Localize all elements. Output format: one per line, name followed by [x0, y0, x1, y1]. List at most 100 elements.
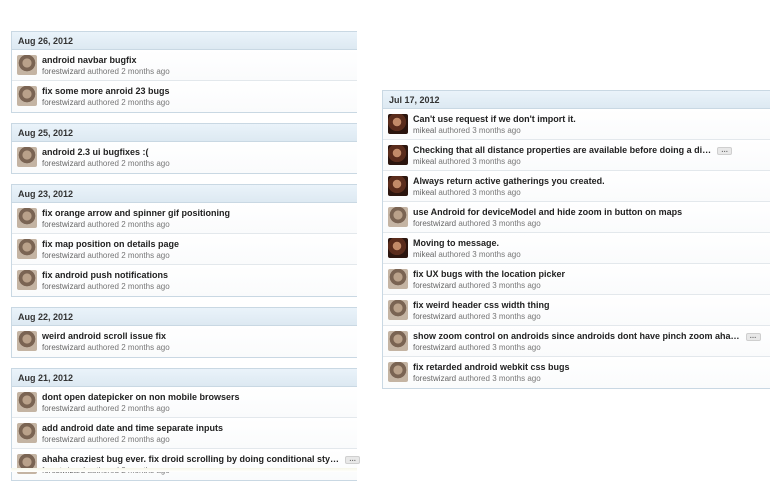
commit-message-link[interactable]: weird android scroll issue fix — [42, 331, 166, 341]
commit-meta: mikeal authored 3 months ago — [413, 250, 521, 259]
avatar[interactable] — [17, 147, 37, 167]
avatar[interactable] — [17, 208, 37, 228]
date-header: Jul 17, 2012 — [383, 91, 770, 109]
author-link[interactable]: forestwizard — [42, 282, 85, 291]
author-link[interactable]: forestwizard — [42, 220, 85, 229]
author-link[interactable]: forestwizard — [42, 159, 85, 168]
avatar[interactable] — [17, 86, 37, 106]
avatar[interactable] — [388, 331, 408, 351]
commit-message[interactable]: fix UX bugs with the location picker — [413, 269, 565, 279]
avatar[interactable] — [17, 270, 37, 290]
commit-message[interactable]: fix retarded android webkit css bugs — [413, 362, 570, 372]
authored-label: authored — [438, 126, 470, 135]
avatar[interactable] — [388, 145, 408, 165]
avatar[interactable] — [17, 331, 37, 351]
author-link[interactable]: forestwizard — [42, 404, 85, 413]
commit-message[interactable]: weird android scroll issue fix — [42, 331, 166, 341]
commit-time: 3 months ago — [492, 219, 541, 228]
commit-message-link[interactable]: Can't use request if we don't import it. — [413, 114, 576, 124]
commit-message-link[interactable]: Always return active gatherings you crea… — [413, 176, 605, 186]
commit-meta: forestwizard authored 2 months ago — [42, 404, 170, 413]
commit-message[interactable]: Can't use request if we don't import it. — [413, 114, 576, 124]
commit-meta: forestwizard authored 3 months ago — [413, 374, 541, 383]
expand-message-button[interactable]: … — [745, 332, 761, 341]
avatar[interactable] — [388, 269, 408, 289]
commit-message[interactable]: use Android for deviceModel and hide zoo… — [413, 207, 682, 217]
commit-message-link[interactable]: add android date and time separate input… — [42, 423, 223, 433]
authored-label: authored — [458, 281, 490, 290]
author-link[interactable]: mikeal — [413, 126, 436, 135]
commit-message[interactable]: android 2.3 ui bugfixes :( — [42, 147, 149, 157]
commit-message-link[interactable]: fix UX bugs with the location picker — [413, 269, 565, 279]
commit-message[interactable]: show zoom control on androids since andr… — [413, 331, 740, 341]
commit-message[interactable]: fix map position on details page — [42, 239, 179, 249]
authored-label: authored — [87, 67, 119, 76]
commit-message[interactable]: fix weird header css width thing — [413, 300, 550, 310]
commit-message[interactable]: Checking that all distance properties ar… — [413, 145, 711, 155]
author-link[interactable]: forestwizard — [413, 281, 456, 290]
author-link[interactable]: forestwizard — [42, 343, 85, 352]
authored-label: authored — [458, 374, 490, 383]
commit-message-link[interactable]: use Android for deviceModel and hide zoo… — [413, 207, 682, 217]
expand-message-button[interactable]: … — [345, 455, 361, 464]
commit-message[interactable]: fix some more anroid 23 bugs — [42, 86, 170, 96]
commit-message-link[interactable]: fix some more anroid 23 bugs — [42, 86, 170, 96]
commit-message-link[interactable]: fix map position on details page — [42, 239, 179, 249]
authored-label: authored — [458, 219, 490, 228]
avatar[interactable] — [17, 423, 37, 443]
authored-label: authored — [87, 435, 119, 444]
avatar[interactable] — [388, 207, 408, 227]
commit-message[interactable]: fix orange arrow and spinner gif positio… — [42, 208, 230, 218]
author-link[interactable]: forestwizard — [413, 312, 456, 321]
commit-message-link[interactable]: fix weird header css width thing — [413, 300, 550, 310]
avatar[interactable] — [388, 176, 408, 196]
commit-meta: forestwizard authored 2 months ago — [42, 67, 170, 76]
author-link[interactable]: forestwizard — [42, 98, 85, 107]
commit-time: 2 months ago — [121, 435, 170, 444]
commit-message[interactable]: android navbar bugfix — [42, 55, 137, 65]
expand-message-button[interactable]: … — [717, 146, 733, 155]
avatar[interactable] — [17, 239, 37, 259]
author-link[interactable]: mikeal — [413, 250, 436, 259]
commit-row: Always return active gatherings you crea… — [383, 171, 770, 202]
commit-message-link[interactable]: fix retarded android webkit css bugs — [413, 362, 570, 372]
avatar[interactable] — [388, 362, 408, 382]
commit-meta: forestwizard authored 2 months ago — [42, 98, 170, 107]
author-link[interactable]: forestwizard — [42, 435, 85, 444]
date-header: Aug 23, 2012 — [12, 185, 357, 203]
commit-time: 3 months ago — [472, 188, 521, 197]
commit-meta: forestwizard authored 3 months ago — [413, 343, 541, 352]
author-link[interactable]: forestwizard — [413, 343, 456, 352]
commit-message[interactable]: ahaha craziest bug ever. fix droid scrol… — [42, 454, 339, 464]
commit-message-link[interactable]: android navbar bugfix — [42, 55, 137, 65]
avatar[interactable] — [388, 300, 408, 320]
avatar[interactable] — [17, 392, 37, 412]
commit-message-link[interactable]: ahaha craziest bug ever. fix droid scrol… — [42, 454, 361, 464]
date-header: Aug 21, 2012 — [12, 369, 357, 387]
commit-row: Can't use request if we don't import it.… — [383, 109, 770, 140]
commit-message[interactable]: Moving to message. — [413, 238, 499, 248]
author-link[interactable]: mikeal — [413, 157, 436, 166]
authored-label: authored — [87, 343, 119, 352]
commit-message-link[interactable]: dont open datepicker on non mobile brows… — [42, 392, 240, 402]
commit-message-link[interactable]: fix orange arrow and spinner gif positio… — [42, 208, 230, 218]
author-link[interactable]: mikeal — [413, 188, 436, 197]
author-link[interactable]: forestwizard — [413, 219, 456, 228]
authored-label: authored — [438, 250, 470, 259]
author-link[interactable]: forestwizard — [42, 251, 85, 260]
avatar[interactable] — [388, 114, 408, 134]
commit-message-link[interactable]: fix android push notifications — [42, 270, 168, 280]
commit-message-link[interactable]: Checking that all distance properties ar… — [413, 145, 733, 155]
commit-message-link[interactable]: Moving to message. — [413, 238, 499, 248]
commit-message[interactable]: add android date and time separate input… — [42, 423, 223, 433]
commit-time: 3 months ago — [492, 343, 541, 352]
author-link[interactable]: forestwizard — [42, 67, 85, 76]
commit-message[interactable]: Always return active gatherings you crea… — [413, 176, 605, 186]
avatar[interactable] — [17, 55, 37, 75]
avatar[interactable] — [388, 238, 408, 258]
commit-message-link[interactable]: android 2.3 ui bugfixes :( — [42, 147, 149, 157]
commit-message[interactable]: fix android push notifications — [42, 270, 168, 280]
author-link[interactable]: forestwizard — [413, 374, 456, 383]
commit-message-link[interactable]: show zoom control on androids since andr… — [413, 331, 761, 341]
commit-message[interactable]: dont open datepicker on non mobile brows… — [42, 392, 240, 402]
